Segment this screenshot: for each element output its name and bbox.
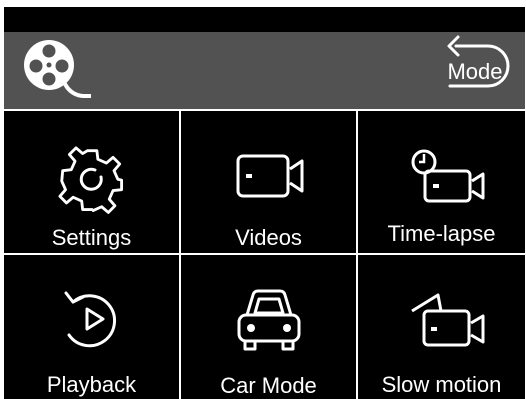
menu-tile-time-lapse[interactable]: Time-lapse [358,111,525,253]
menu-tile-label: Playback [46,372,137,397]
menu-tile-label: Settings [51,225,132,250]
mode-button[interactable]: Mode [440,34,510,99]
menu-tile-settings[interactable]: Settings [4,111,179,253]
timelapse-camera-icon [411,149,485,203]
menu-tile-videos[interactable]: Videos [181,111,356,253]
device-screen: Mode Settings Videos Time-lapse Playback… [4,7,525,399]
mode-label: Mode [447,59,503,84]
car-icon [237,289,301,351]
menu-tile-label: Videos [235,225,302,250]
menu-tile-label: Car Mode [220,373,317,398]
mode-menu-grid: Settings Videos Time-lapse Playback Car … [4,109,525,399]
slow-motion-camera-icon [411,293,485,347]
menu-tile-label: Slow motion [381,372,502,397]
header-bar: Mode [4,32,525,109]
menu-tile-slow-motion[interactable]: Slow motion [358,255,525,399]
gear-icon [58,146,124,214]
menu-tile-car-mode[interactable]: Car Mode [181,255,356,399]
menu-tile-label: Time-lapse [387,221,496,246]
film-reel-icon [24,40,91,98]
video-camera-icon [236,154,304,198]
menu-tile-playback[interactable]: Playback [4,255,179,399]
replay-icon [64,291,117,348]
